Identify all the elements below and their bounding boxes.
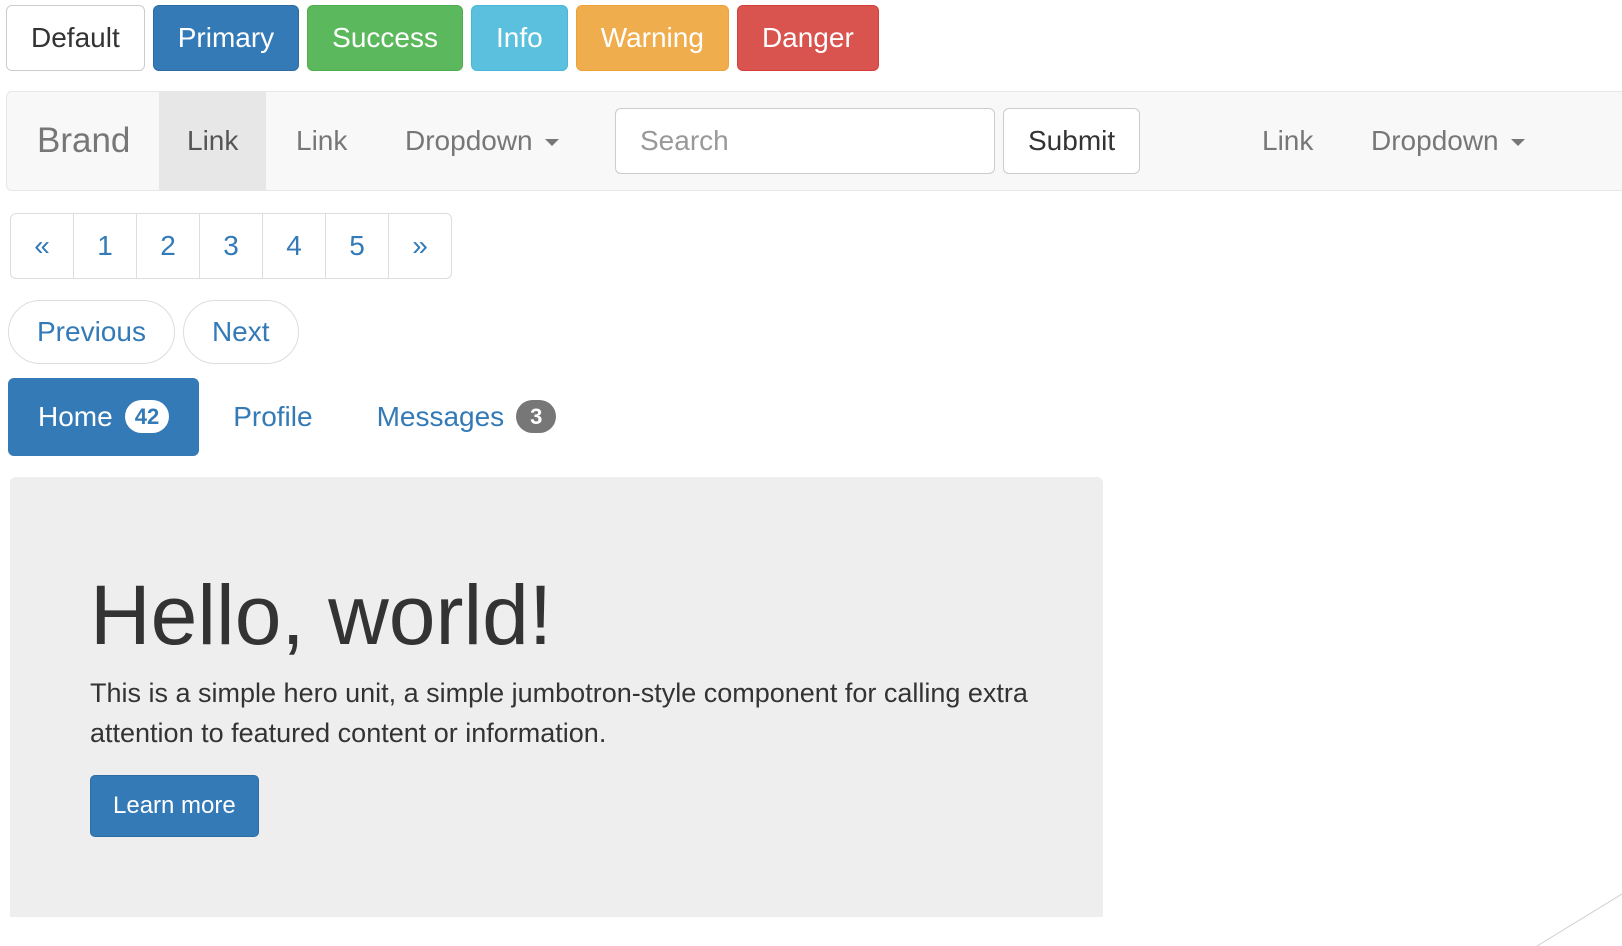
pagination: « 1 2 3 4 5 » <box>10 213 452 279</box>
nav-link-right[interactable]: Link <box>1234 92 1341 190</box>
jumbotron: Hello, world! This is a simple hero unit… <box>10 477 1103 917</box>
pill-label: Profile <box>233 401 313 432</box>
pill-label: Home <box>38 401 113 432</box>
nav-link-active[interactable]: Link <box>159 92 267 190</box>
navbar: Brand Link Link Dropdown Submit Link Dro… <box>6 91 1622 191</box>
badge-count: 42 <box>124 400 170 434</box>
pagination-page-2[interactable]: 2 <box>136 213 200 279</box>
pagination-page-3[interactable]: 3 <box>199 213 263 279</box>
pager-previous-button[interactable]: Previous <box>8 300 175 364</box>
nav-link-label: Link <box>1262 125 1314 156</box>
button-row: Default Primary Success Info Warning Dan… <box>6 5 879 71</box>
learn-more-button[interactable]: Learn more <box>90 775 259 837</box>
nav-link-label: Link <box>296 125 348 156</box>
primary-button[interactable]: Primary <box>152 5 300 71</box>
caret-down-icon <box>1510 139 1525 147</box>
pagination-prev[interactable]: « <box>10 213 74 279</box>
pager-next-button[interactable]: Next <box>182 300 299 364</box>
default-button[interactable]: Default <box>6 5 145 71</box>
pill-messages[interactable]: Messages 3 <box>347 378 587 456</box>
pagination-page-5[interactable]: 5 <box>325 213 389 279</box>
submit-button[interactable]: Submit <box>1003 108 1141 174</box>
caret-down-icon <box>544 139 559 147</box>
search-input[interactable] <box>615 108 995 174</box>
warning-button[interactable]: Warning <box>575 5 729 71</box>
pill-label: Messages <box>376 401 505 432</box>
pill-home[interactable]: Home 42 <box>8 378 200 456</box>
success-button[interactable]: Success <box>307 5 463 71</box>
nav-link[interactable]: Link <box>268 92 375 190</box>
pill-profile[interactable]: Profile <box>203 378 342 456</box>
danger-button[interactable]: Danger <box>736 5 879 71</box>
nav-pills: Home 42 Profile Messages 3 <box>8 378 590 456</box>
pagination-next[interactable]: » <box>388 213 452 279</box>
nav-dropdown-left[interactable]: Dropdown <box>377 92 587 190</box>
badge-count: 3 <box>516 400 557 434</box>
jumbotron-text: This is a simple hero unit, a simple jum… <box>90 678 1028 748</box>
navbar-brand[interactable]: Brand <box>37 92 130 190</box>
decorative-line <box>1536 893 1622 946</box>
nav-dropdown-label: Dropdown <box>405 125 533 156</box>
nav-dropdown-label: Dropdown <box>1371 125 1499 156</box>
pagination-page-1[interactable]: 1 <box>73 213 137 279</box>
nav-link-label: Link <box>187 125 239 156</box>
pager: Previous Next <box>8 300 299 364</box>
pagination-page-4[interactable]: 4 <box>262 213 326 279</box>
nav-dropdown-right[interactable]: Dropdown <box>1343 92 1553 190</box>
info-button[interactable]: Info <box>471 5 568 71</box>
jumbotron-title: Hello, world! <box>90 568 553 662</box>
